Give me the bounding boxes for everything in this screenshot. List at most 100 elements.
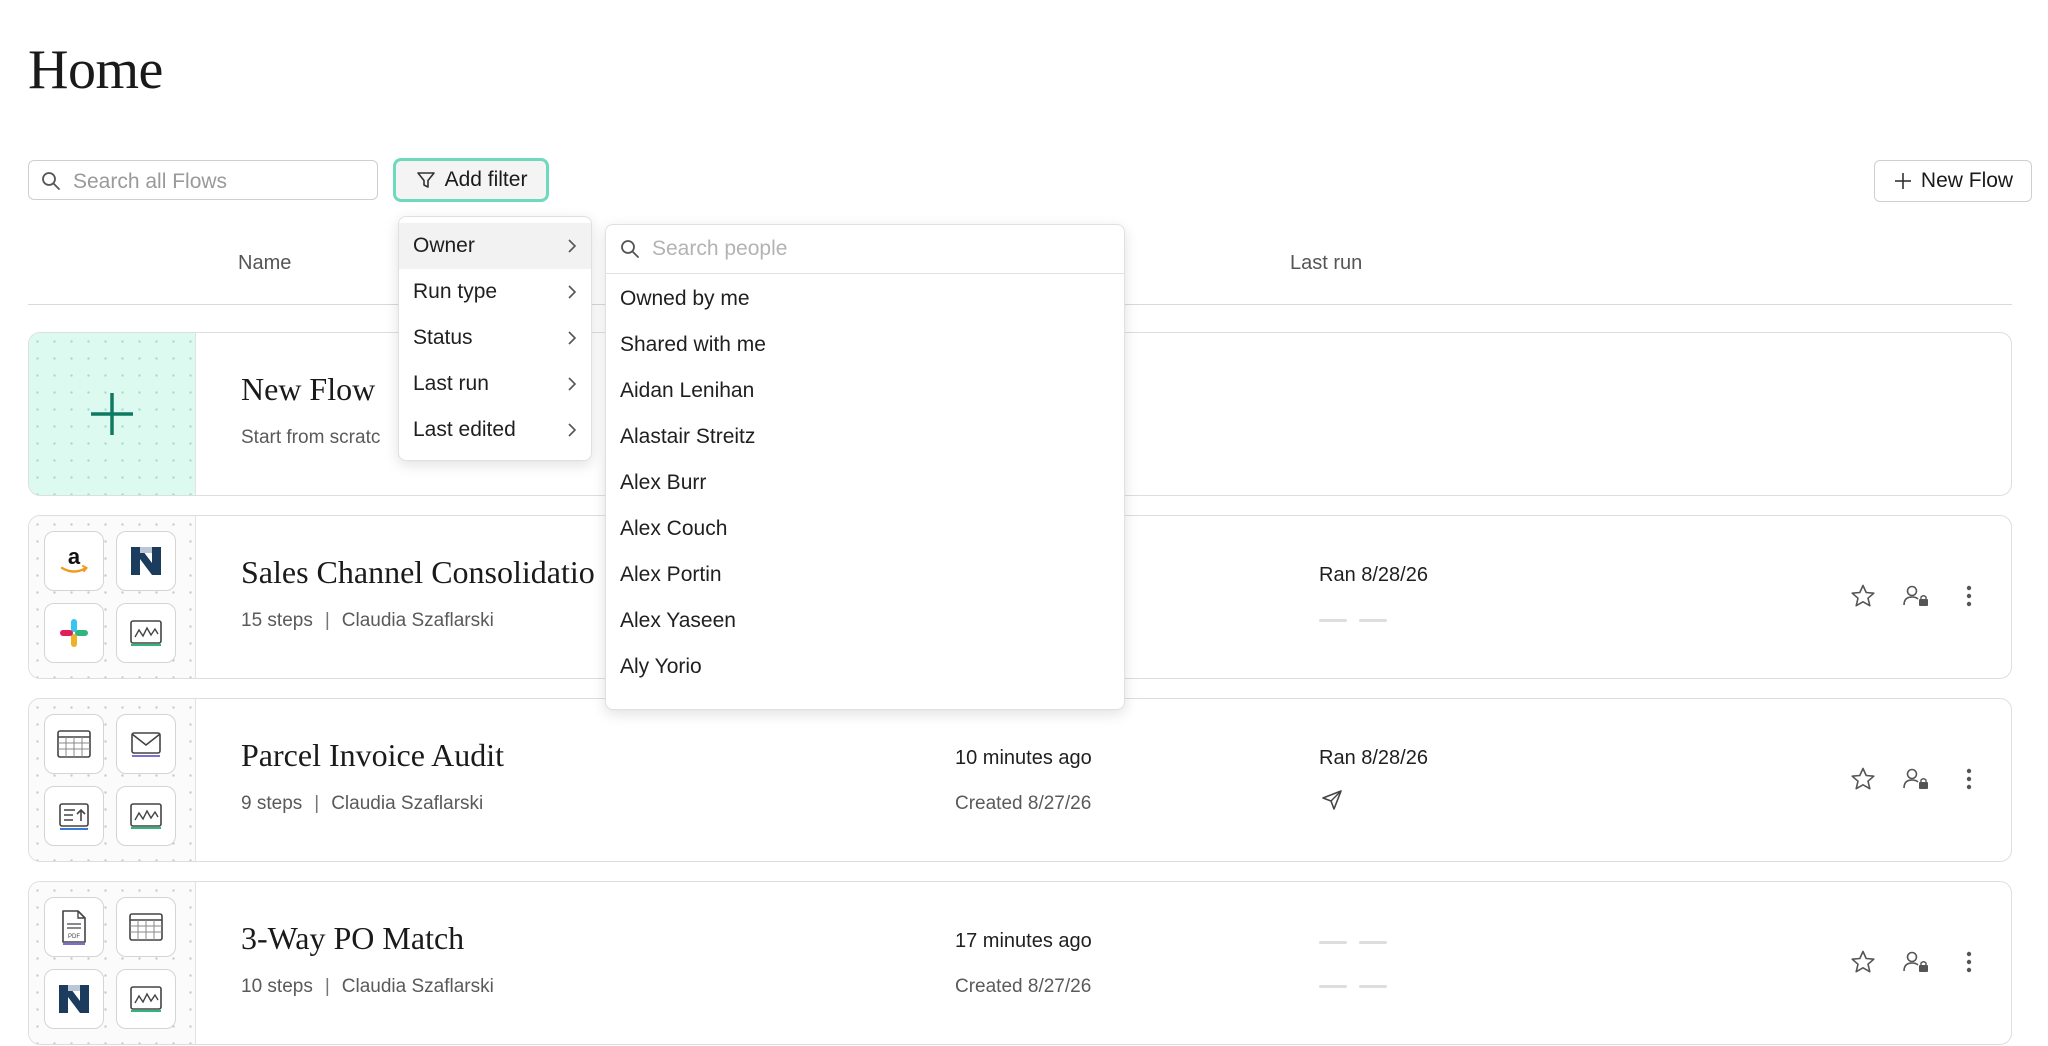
dashboard-icon <box>116 786 176 846</box>
people-option[interactable]: Owned by me <box>620 287 750 311</box>
column-header-name[interactable]: Name <box>238 252 291 275</box>
flow-steps: 15 steps <box>241 610 313 631</box>
flow-steps: 10 steps <box>241 976 313 997</box>
owner-people-submenu: Search people Owned by me Shared with me… <box>605 224 1125 710</box>
filter-menu-item-last-run[interactable]: Last run <box>399 361 591 407</box>
more-options-button[interactable] <box>1953 763 1985 795</box>
flow-steps: 9 steps <box>241 793 303 814</box>
flow-meta: 10 steps | Claudia Szaflarski <box>241 976 494 997</box>
flow-owner: Claudia Szaflarski <box>341 976 494 997</box>
flow-title[interactable]: Parcel Invoice Audit <box>241 737 504 774</box>
chevron-right-icon <box>568 423 577 437</box>
flow-title[interactable]: Sales Channel Consolidatio <box>241 554 595 591</box>
send-icon <box>1322 790 1342 810</box>
empty-dash <box>1319 619 1347 622</box>
more-vertical-icon <box>1966 951 1972 973</box>
plus-icon <box>1894 173 1911 189</box>
star-icon <box>1851 950 1875 973</box>
filter-menu-item-label: Last run <box>413 372 489 395</box>
chevron-right-icon <box>568 331 577 345</box>
empty-dash <box>1319 941 1347 944</box>
spreadsheet-icon <box>116 897 176 957</box>
more-options-button[interactable] <box>1953 580 1985 612</box>
share-button[interactable] <box>1900 763 1932 795</box>
new-flow-label: New Flow <box>1920 169 2014 192</box>
filter-menu-item-label: Run type <box>413 280 498 303</box>
more-vertical-icon <box>1966 768 1972 790</box>
search-input[interactable]: Search all Flows <box>28 160 378 200</box>
people-option[interactable]: Alex Portin <box>620 563 722 587</box>
flow-created: Created 8/27/26 <box>955 976 1092 997</box>
user-lock-icon <box>1903 585 1928 606</box>
flow-thumbnail: a <box>29 516 196 678</box>
filter-menu-item-label: Last edited <box>413 418 516 441</box>
favorite-star-button[interactable] <box>1847 946 1879 978</box>
flow-thumbnail: PDF <box>29 882 196 1044</box>
column-header-last-run[interactable]: Last run <box>1290 252 1362 275</box>
people-search-placeholder: Search people <box>652 237 788 260</box>
people-option[interactable]: Alex Couch <box>620 517 727 541</box>
filter-menu-item-owner[interactable]: Owner <box>399 223 591 269</box>
star-icon <box>1851 767 1875 790</box>
chevron-right-icon <box>568 377 577 391</box>
filter-menu-item-status[interactable]: Status <box>399 315 591 361</box>
flow-meta: 15 steps | Claudia Szaflarski <box>241 610 494 631</box>
filter-menu: Owner Run type Status Last run Last edit… <box>398 216 592 461</box>
filter-menu-item-run-type[interactable]: Run type <box>399 269 591 315</box>
new-flow-card-title: New Flow <box>241 371 376 407</box>
empty-dash <box>1359 941 1387 944</box>
plus-icon <box>91 393 133 435</box>
people-option[interactable]: Aidan Lenihan <box>620 379 754 403</box>
flow-created: Created 8/27/26 <box>955 793 1092 814</box>
more-options-button[interactable] <box>1953 946 1985 978</box>
filter-menu-item-last-edited[interactable]: Last edited <box>399 407 591 453</box>
people-option[interactable]: Shared with me <box>620 333 766 357</box>
share-button[interactable] <box>1900 946 1932 978</box>
netsuite-icon <box>44 969 104 1029</box>
flow-modified: 10 minutes ago <box>955 747 1092 769</box>
new-flow-thumbnail <box>29 333 196 495</box>
page-title: Home <box>28 39 163 101</box>
favorite-star-button[interactable] <box>1847 763 1879 795</box>
flow-last-run: Ran 8/28/26 <box>1319 564 1428 586</box>
flow-card-3-way-po-match[interactable]: PDF 3-Way PO Match 10 steps | Claudia Szaf… <box>28 881 2012 1045</box>
dashboard-icon <box>116 969 176 1029</box>
flow-thumbnail <box>29 699 196 861</box>
netsuite-icon <box>116 531 176 591</box>
new-flow-button[interactable]: New Flow <box>1874 160 2032 202</box>
filter-menu-item-label: Owner <box>413 234 475 257</box>
add-filter-label: Add filter <box>444 168 528 191</box>
empty-dash <box>1359 619 1387 622</box>
flow-owner: Claudia Szaflarski <box>341 610 494 631</box>
people-search-input[interactable]: Search people <box>606 225 1124 274</box>
search-icon <box>42 172 60 190</box>
share-button[interactable] <box>1900 580 1932 612</box>
more-vertical-icon <box>1966 585 1972 607</box>
spreadsheet-icon <box>44 714 104 774</box>
pdf-icon: PDF <box>44 897 104 957</box>
user-lock-icon <box>1903 951 1928 972</box>
flow-title[interactable]: 3-Way PO Match <box>241 920 464 957</box>
search-placeholder: Search all Flows <box>73 170 228 193</box>
empty-dash <box>1359 985 1387 988</box>
empty-dash <box>1319 985 1347 988</box>
star-icon <box>1851 584 1875 607</box>
chevron-right-icon <box>568 285 577 299</box>
add-filter-button[interactable]: Add filter <box>393 158 549 202</box>
people-option[interactable]: Alex Burr <box>620 471 706 495</box>
flow-card-parcel-invoice[interactable]: Parcel Invoice Audit 9 steps | Claudia Sza… <box>28 698 2012 862</box>
filter-menu-item-label: Status <box>413 326 473 349</box>
people-option[interactable]: Alex Yaseen <box>620 609 736 633</box>
people-option[interactable]: Alastair Streitz <box>620 425 755 449</box>
svg-text:a: a <box>68 544 81 569</box>
flow-meta: 9 steps | Claudia Szaflarski <box>241 793 484 814</box>
chevron-right-icon <box>568 239 577 253</box>
upload-report-icon <box>44 786 104 846</box>
flow-last-run: Ran 8/28/26 <box>1319 747 1428 769</box>
flow-owner: Claudia Szaflarski <box>331 793 484 814</box>
favorite-star-button[interactable] <box>1847 580 1879 612</box>
user-lock-icon <box>1903 768 1928 789</box>
slack-icon <box>44 603 104 663</box>
flow-modified: 17 minutes ago <box>955 930 1092 952</box>
people-option[interactable]: Aly Yorio <box>620 655 702 679</box>
